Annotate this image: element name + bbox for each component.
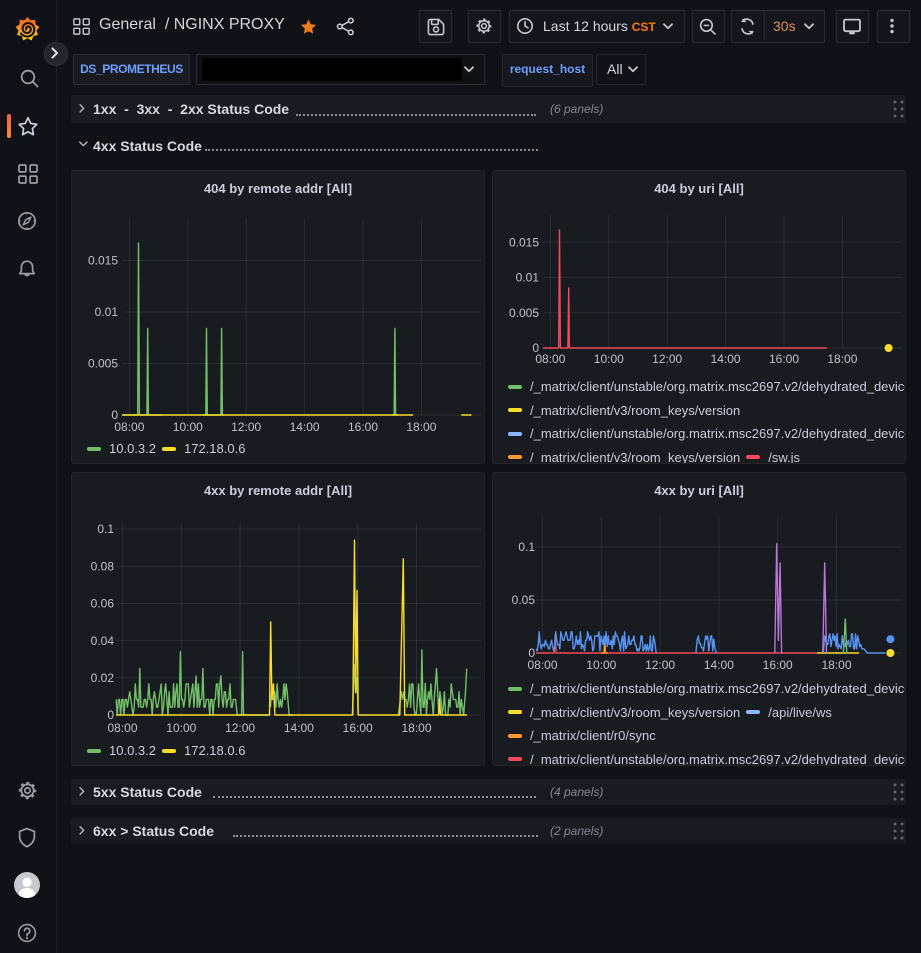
svg-text:10:00: 10:00 xyxy=(586,658,616,672)
svg-text:08:00: 08:00 xyxy=(107,721,137,735)
svg-text:0.005: 0.005 xyxy=(88,357,118,371)
svg-text:18:00: 18:00 xyxy=(821,658,851,672)
svg-text:12:00: 12:00 xyxy=(225,721,255,735)
svg-text:12:00: 12:00 xyxy=(652,352,682,366)
svg-text:16:00: 16:00 xyxy=(348,420,378,434)
svg-text:18:00: 18:00 xyxy=(827,352,857,366)
svg-text:0.02: 0.02 xyxy=(91,671,115,685)
svg-text:0.05: 0.05 xyxy=(512,593,536,607)
svg-text:0.1: 0.1 xyxy=(97,522,114,536)
svg-text:0.01: 0.01 xyxy=(95,305,119,319)
svg-text:14:00: 14:00 xyxy=(284,721,314,735)
svg-text:0.015: 0.015 xyxy=(88,254,118,268)
svg-text:0.005: 0.005 xyxy=(509,306,539,320)
svg-text:16:00: 16:00 xyxy=(343,721,373,735)
svg-text:16:00: 16:00 xyxy=(763,658,793,672)
svg-text:10:00: 10:00 xyxy=(594,352,624,366)
svg-text:14:00: 14:00 xyxy=(290,420,320,434)
svg-text:0.08: 0.08 xyxy=(91,559,115,573)
svg-text:14:00: 14:00 xyxy=(711,352,741,366)
svg-text:0.06: 0.06 xyxy=(91,597,115,611)
svg-text:08:00: 08:00 xyxy=(114,420,144,434)
svg-text:0.01: 0.01 xyxy=(516,271,540,285)
svg-text:08:00: 08:00 xyxy=(527,658,557,672)
svg-text:0.015: 0.015 xyxy=(509,235,539,249)
svg-text:08:00: 08:00 xyxy=(535,352,565,366)
svg-text:12:00: 12:00 xyxy=(231,420,261,434)
svg-text:0.1: 0.1 xyxy=(518,540,535,554)
svg-text:16:00: 16:00 xyxy=(769,352,799,366)
svg-text:0.04: 0.04 xyxy=(91,634,115,648)
svg-text:18:00: 18:00 xyxy=(401,721,431,735)
svg-text:12:00: 12:00 xyxy=(645,658,675,672)
svg-text:18:00: 18:00 xyxy=(406,420,436,434)
svg-text:10:00: 10:00 xyxy=(166,721,196,735)
svg-text:14:00: 14:00 xyxy=(704,658,734,672)
svg-text:10:00: 10:00 xyxy=(173,420,203,434)
